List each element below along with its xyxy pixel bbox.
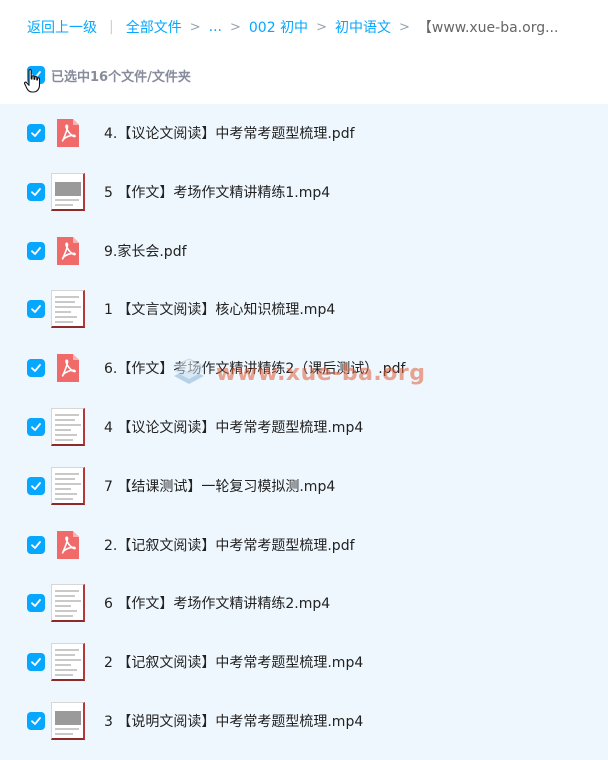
file-row[interactable]: 2.【记叙文阅读】中考常考题型梳理.pdf [0, 516, 608, 574]
file-row[interactable]: 3 【说明文阅读】中考常考题型梳理.mp4 [0, 692, 608, 750]
file-checkbox[interactable] [27, 182, 45, 201]
file-row[interactable]: 6 【作文】考场作文精讲精练2.mp4 [0, 574, 608, 632]
video-thumbnail[interactable] [51, 466, 85, 505]
selection-bar: 已选中16个文件/文件夹 [27, 64, 191, 86]
video-file-icon [51, 584, 85, 623]
pdf-file-icon-wrapper[interactable] [51, 232, 85, 270]
breadcrumb-current: 【www.xue-ba.org... [417, 20, 559, 36]
video-file-icon [51, 466, 85, 505]
file-row[interactable]: 6.【作文】考场作文精讲精练2（课后测试）.pdf [0, 339, 608, 397]
breadcrumb-ellipsis[interactable]: ... [209, 19, 222, 35]
breadcrumb-level2[interactable]: 初中语文 [335, 17, 391, 37]
file-name[interactable]: 1 【文言文阅读】核心知识梳理.mp4 [104, 299, 335, 319]
breadcrumb-level1[interactable]: 002 初中 [249, 17, 308, 37]
pdf-file-icon-wrapper[interactable] [51, 526, 85, 564]
file-name[interactable]: 6.【作文】考场作文精讲精练2（课后测试）.pdf [104, 358, 405, 378]
file-checkbox[interactable] [27, 124, 45, 142]
check-icon [31, 129, 41, 137]
check-icon [31, 246, 41, 255]
video-thumbnail[interactable] [51, 172, 85, 211]
file-name[interactable]: 2.【记叙文阅读】中考常考题型梳理.pdf [104, 535, 355, 555]
file-name[interactable]: 4 【议论文阅读】中考常考题型梳理.mp4 [104, 417, 363, 437]
file-name[interactable]: 4.【议论文阅读】中考常考题型梳理.pdf [104, 123, 355, 143]
breadcrumb-all-files[interactable]: 全部文件 [126, 17, 182, 37]
video-file-icon [51, 408, 85, 446]
pdf-file-icon [57, 119, 79, 147]
chevron-right-icon: > [398, 19, 410, 35]
video-file-icon [51, 290, 85, 329]
file-row[interactable]: 7 【结课测试】一轮复习模拟测.mp4 [0, 457, 608, 515]
file-name[interactable]: 6 【作文】考场作文精讲精练2.mp4 [104, 593, 330, 613]
file-name[interactable]: 3 【说明文阅读】中考常考题型梳理.mp4 [104, 711, 363, 731]
video-thumbnail[interactable] [51, 584, 85, 623]
hand-cursor-icon [23, 69, 41, 93]
file-name[interactable]: 9.家长会.pdf [104, 241, 187, 261]
pdf-file-icon [57, 530, 79, 559]
breadcrumb-divider: | [109, 19, 114, 35]
check-icon [31, 717, 41, 725]
check-icon [31, 187, 41, 196]
chevron-right-icon: > [189, 19, 201, 35]
file-checkbox[interactable] [27, 535, 45, 554]
pdf-file-icon [57, 354, 79, 383]
pdf-file-icon [57, 236, 79, 265]
file-checkbox[interactable] [27, 476, 45, 495]
pdf-file-icon-wrapper[interactable] [51, 114, 85, 152]
file-checkbox[interactable] [27, 241, 45, 260]
chevron-right-icon: > [316, 19, 327, 35]
video-file-icon [51, 172, 85, 211]
video-thumbnail[interactable] [51, 408, 85, 446]
file-checkbox[interactable] [27, 653, 45, 672]
video-thumbnail[interactable] [51, 702, 85, 740]
selection-count: 已选中16个文件/文件夹 [51, 69, 191, 85]
check-icon [31, 364, 41, 373]
file-row[interactable]: 2 【记叙文阅读】中考常考题型梳理.mp4 [0, 633, 608, 691]
breadcrumb: 返回上一级 | 全部文件 > ... > 002 初中 > 初中语文 > 【ww… [27, 16, 558, 38]
back-link[interactable]: 返回上一级 [27, 17, 97, 37]
file-checkbox[interactable] [27, 712, 45, 730]
check-icon [31, 599, 41, 608]
file-name[interactable]: 2 【记叙文阅读】中考常考题型梳理.mp4 [104, 652, 363, 672]
chevron-right-icon: > [229, 19, 241, 35]
file-checkbox[interactable] [27, 359, 45, 378]
check-icon [31, 658, 41, 667]
video-thumbnail[interactable] [51, 643, 85, 682]
file-name[interactable]: 7 【结课测试】一轮复习模拟测.mp4 [104, 476, 335, 496]
file-checkbox[interactable] [27, 418, 45, 436]
check-icon [31, 305, 41, 314]
file-checkbox[interactable] [27, 300, 45, 319]
file-row[interactable]: 4.【议论文阅读】中考常考题型梳理.pdf [0, 104, 608, 162]
file-row[interactable]: 9.家长会.pdf [0, 222, 608, 280]
check-icon [31, 540, 41, 549]
video-file-icon [51, 643, 85, 682]
check-icon [31, 423, 41, 431]
file-row[interactable]: 1 【文言文阅读】核心知识梳理.mp4 [0, 280, 608, 338]
file-row[interactable]: 4 【议论文阅读】中考常考题型梳理.mp4 [0, 398, 608, 456]
video-thumbnail[interactable] [51, 290, 85, 329]
file-checkbox[interactable] [27, 594, 45, 613]
pdf-file-icon-wrapper[interactable] [51, 349, 85, 387]
video-file-icon [51, 702, 85, 740]
file-row[interactable]: 5 【作文】考场作文精讲精练1.mp4 [0, 163, 608, 221]
check-icon [31, 481, 41, 490]
file-list: 4.【议论文阅读】中考常考题型梳理.pdf 5 【作文】考场作文精讲精练1.mp4… [0, 104, 608, 760]
file-name[interactable]: 5 【作文】考场作文精讲精练1.mp4 [104, 182, 330, 202]
